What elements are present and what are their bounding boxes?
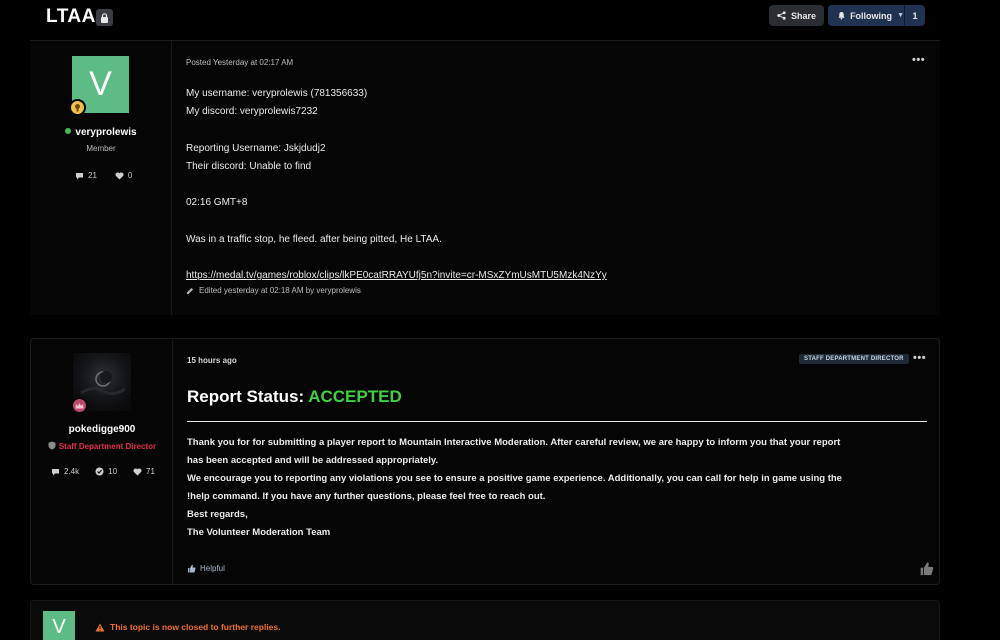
report-status-value: ACCEPTED <box>308 387 402 406</box>
author-role: Member <box>86 144 116 153</box>
post-body: My username: veryprolewis (781356633) My… <box>186 88 607 282</box>
like-count: 0 <box>127 171 133 180</box>
shield-icon <box>48 441 56 450</box>
medal-clip-link[interactable]: https://medal.tv/games/roblox/clips/lkPE… <box>186 270 607 281</box>
report-status-heading: Report Status: ACCEPTED <box>187 387 402 406</box>
author-stats: 21 0 <box>75 171 132 180</box>
like-button[interactable] <box>919 561 934 581</box>
closed-message: This topic is now closed to further repl… <box>95 622 281 632</box>
author-sidebar: V veryprolewis Member 21 0 <box>30 41 172 315</box>
post-count: 21 <box>88 171 97 180</box>
chevron-down-icon: ▼ <box>897 12 904 19</box>
divider <box>187 421 927 422</box>
topic-header: LTAA Share Following ▼ 1 <box>0 0 1000 36</box>
post-content: Posted Yesterday at 02:17 AM ••• My user… <box>186 41 926 315</box>
helpful-button[interactable]: Helpful <box>187 564 225 573</box>
more-options-icon[interactable]: ••• <box>913 352 926 364</box>
following-label: Following <box>850 10 893 21</box>
thumbs-up-icon <box>920 562 934 576</box>
bell-icon <box>838 11 845 20</box>
post-timestamp[interactable]: 15 hours ago <box>187 356 237 365</box>
following-button[interactable]: Following ▼ 1 <box>828 5 925 26</box>
edit-note: Edited yesterday at 02:18 AM by veryprol… <box>186 286 361 295</box>
online-status-icon <box>65 128 72 134</box>
edit-icon <box>187 287 193 294</box>
reputation-icon <box>95 467 104 476</box>
comment-icon <box>52 468 59 475</box>
post-timestamp[interactable]: Posted Yesterday at 02:17 AM <box>186 58 293 67</box>
post-body: Thank you for for submitting a player re… <box>187 437 842 538</box>
follower-count: 1 <box>912 10 918 21</box>
post-original: V veryprolewis Member 21 0 Posted Yester… <box>30 40 940 315</box>
warning-icon <box>95 623 105 631</box>
author-role: Staff Department Director <box>31 441 173 451</box>
author-username[interactable]: pokedigge900 <box>31 424 173 435</box>
crown-badge-icon <box>71 397 88 414</box>
author-stats: 2.4k 10 71 <box>51 467 155 476</box>
rank-badge-icon <box>69 99 86 116</box>
post-count: 2.4k <box>64 467 80 476</box>
post-content: 15 hours ago STAFF DEPARTMENT DIRECTOR •… <box>187 339 934 584</box>
topic-closed-notice: V This topic is now closed to further re… <box>30 600 940 640</box>
heart-icon <box>133 467 142 476</box>
thumbs-up-icon <box>188 564 196 573</box>
post-staff-reply: pokedigge900 Staff Department Director 2… <box>30 338 940 585</box>
lock-icon <box>96 9 113 26</box>
staff-badge: STAFF DEPARTMENT DIRECTOR <box>799 354 909 364</box>
share-label: Share <box>790 10 816 21</box>
reputation-count: 10 <box>108 467 118 476</box>
avatar[interactable]: V <box>43 611 75 640</box>
heart-icon <box>115 171 124 180</box>
comment-icon <box>76 172 83 179</box>
topic-title: LTAA <box>46 6 96 27</box>
share-icon <box>777 11 786 20</box>
like-count: 71 <box>146 467 155 476</box>
author-sidebar: pokedigge900 Staff Department Director 2… <box>31 339 173 584</box>
share-button[interactable]: Share <box>769 5 824 26</box>
more-options-icon[interactable]: ••• <box>912 54 925 66</box>
author-username[interactable]: veryprolewis <box>30 127 172 138</box>
